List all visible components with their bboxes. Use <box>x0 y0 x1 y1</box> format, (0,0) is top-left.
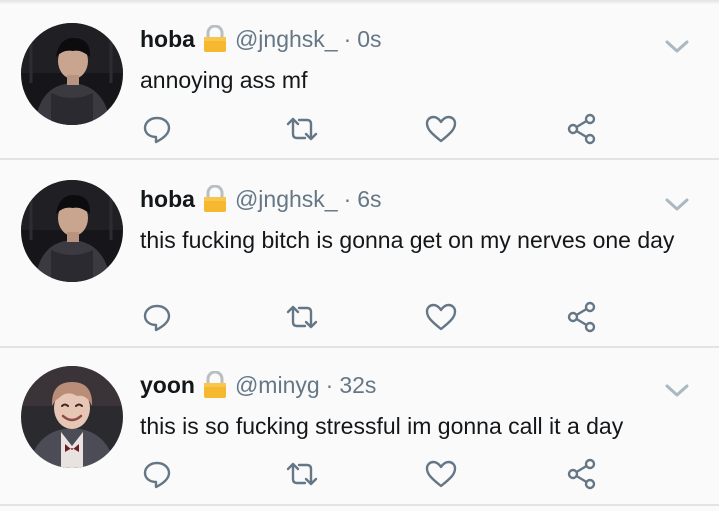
tweet-card[interactable]: hoba @jnghsk_ · 0s annoying ass mf <box>0 4 719 160</box>
tweet-header: hoba @jnghsk_ · 0s <box>140 22 382 56</box>
tweet-card[interactable]: hoba @jnghsk_ · 6s this fucking bitch is… <box>0 160 719 348</box>
reply-icon[interactable] <box>140 112 174 146</box>
retweet-icon[interactable] <box>285 300 319 334</box>
display-name[interactable]: hoba <box>140 26 195 53</box>
timestamp: 6s <box>357 185 382 212</box>
retweet-icon[interactable] <box>285 457 319 491</box>
timestamp: 32s <box>339 371 377 398</box>
lock-icon <box>203 25 227 53</box>
separator-dot: · <box>325 371 334 398</box>
reply-icon[interactable] <box>140 300 174 334</box>
lock-icon <box>203 371 227 399</box>
like-icon[interactable] <box>424 112 458 146</box>
lock-icon <box>203 185 227 213</box>
tweet-text: annoying ass mf <box>140 67 308 93</box>
user-handle[interactable]: @jnghsk_ <box>235 26 338 53</box>
display-name[interactable]: yoon <box>140 372 195 399</box>
like-icon[interactable] <box>424 457 458 491</box>
display-name[interactable]: hoba <box>140 186 195 213</box>
chevron-down-icon[interactable] <box>664 382 690 400</box>
chevron-down-icon[interactable] <box>664 38 690 56</box>
tweet-header: hoba @jnghsk_ · 6s <box>140 182 382 216</box>
share-icon[interactable] <box>565 300 599 334</box>
chevron-down-icon[interactable] <box>664 196 690 214</box>
share-icon[interactable] <box>565 112 599 146</box>
reply-icon[interactable] <box>140 457 174 491</box>
separator-dot: · <box>343 25 352 52</box>
timestamp: 0s <box>357 25 382 52</box>
tweet-text: this is so fucking stressful im gonna ca… <box>140 413 624 439</box>
like-icon[interactable] <box>424 300 458 334</box>
tweet-header: yoon @minyg · 32s <box>140 368 376 402</box>
user-handle[interactable]: @minyg <box>235 372 320 399</box>
avatar[interactable] <box>21 366 123 468</box>
tweet-text: this fucking bitch is gonna get on my ne… <box>140 227 675 253</box>
user-handle[interactable]: @jnghsk_ <box>235 186 338 213</box>
tweet-card[interactable]: yoon @minyg · 32s this is so fucking str… <box>0 348 719 506</box>
avatar[interactable] <box>21 23 123 125</box>
separator-dot: · <box>343 185 352 212</box>
retweet-icon[interactable] <box>285 112 319 146</box>
avatar[interactable] <box>21 180 123 282</box>
share-icon[interactable] <box>565 457 599 491</box>
